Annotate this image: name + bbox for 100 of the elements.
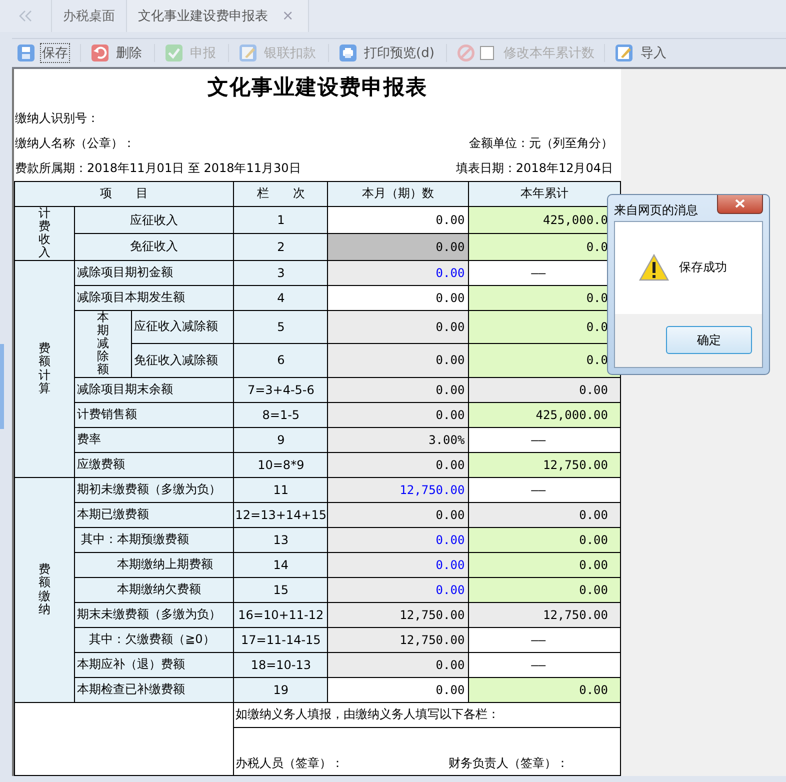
section-label: 计费收入 xyxy=(38,206,51,260)
amount-cell[interactable]: 12,750.00 xyxy=(328,602,468,628)
amount-cell[interactable]: 0.00 xyxy=(328,527,468,552)
line-number-cell: 1 xyxy=(234,206,328,234)
amount-cell[interactable]: 0.00 xyxy=(328,577,468,602)
section-label: 费额计算 xyxy=(38,342,51,395)
toolbar-button[interactable]: 导入 xyxy=(638,43,668,64)
column-header: 本月（期）数 xyxy=(328,181,468,206)
amount-cell[interactable]: 0.00 xyxy=(328,552,468,578)
amount-cell[interactable]: 0.00 xyxy=(328,452,468,478)
line-number-cell: 2 xyxy=(234,234,328,260)
item-label: 减除项目期初金额 xyxy=(77,265,174,280)
amount-cell[interactable]: —— xyxy=(468,427,620,452)
item-label: 期末未缴费额（多缴为负） xyxy=(77,607,222,622)
check-icon xyxy=(165,44,183,62)
line-number-cell: 13 xyxy=(234,527,328,552)
amount-cell[interactable]: 12,750.00 xyxy=(328,627,468,652)
close-icon[interactable] xyxy=(735,199,745,208)
item-label: 其中：本期预缴费额 xyxy=(80,532,189,546)
ok-button[interactable]: 确定 xyxy=(666,326,752,354)
item-label: 应征收入 xyxy=(130,212,178,227)
field-label: 缴纳人名称（公章）： xyxy=(15,134,135,152)
note-text: 如缴纳义务人填报，由缴纳义务人填写以下各栏： xyxy=(234,702,620,728)
item-label: 减除项目期末余额 xyxy=(77,382,174,396)
amount-cell[interactable]: 0.00 xyxy=(468,502,620,528)
amount-cell[interactable]: 0.00 xyxy=(468,577,620,602)
amount-cell[interactable]: 425,000.00 xyxy=(468,402,620,428)
warning-icon xyxy=(639,254,669,282)
item-label: 本期缴纳上期费额 xyxy=(116,557,213,572)
item-label: 本期应补（退）费额 xyxy=(77,657,186,672)
date-label: 填表日期：2018年12月04日 xyxy=(456,160,613,177)
amount-cell[interactable]: 0.00 xyxy=(328,502,468,528)
amount-cell[interactable]: 12,750.00 xyxy=(328,477,468,502)
line-number-cell: 8=1-5 xyxy=(234,402,328,428)
tab[interactable]: 文化事业建设费申报表 xyxy=(138,7,268,26)
item-label: 减除项目本期发生额 xyxy=(77,290,186,304)
amount-cell[interactable]: 0.00 xyxy=(468,677,620,702)
toolbar-button[interactable]: 打印预览(d) xyxy=(362,43,436,64)
period-label: 费款所属期：2018年11月01日 至 2018年11月30日 xyxy=(15,160,301,177)
dialog-message: 保存成功 xyxy=(679,259,727,276)
amount-cell[interactable]: —— xyxy=(468,652,620,678)
item-label: 应缴费额 xyxy=(77,457,126,472)
amount-cell[interactable]: 0.00 xyxy=(468,552,620,578)
prohibited-icon xyxy=(457,44,476,62)
line-number-cell: 9 xyxy=(234,427,328,452)
panel-handle[interactable] xyxy=(0,344,4,429)
subgroup-label: 本期减除额 xyxy=(97,310,110,377)
tab[interactable]: 办税桌面 xyxy=(63,7,115,26)
line-number-cell: 4 xyxy=(234,285,328,310)
pencil-icon xyxy=(239,44,257,62)
amount-cell[interactable]: 3.00% xyxy=(328,427,468,452)
amount-cell[interactable]: 0.00 xyxy=(328,677,468,702)
amount-cell[interactable]: 0.00 xyxy=(468,377,620,402)
amount-cell[interactable]: 0.00 xyxy=(328,260,468,286)
line-number-cell: 6 xyxy=(234,344,328,378)
amount-cell[interactable]: 0.00 xyxy=(328,234,468,260)
item-label: 本期已缴费额 xyxy=(77,507,150,522)
line-number-cell: 7=3+4-5-6 xyxy=(234,377,328,402)
line-number-cell: 14 xyxy=(234,552,328,578)
close-button[interactable] xyxy=(717,194,763,214)
item-label: 费率 xyxy=(77,432,102,446)
amount-cell[interactable]: 0.00 xyxy=(328,377,468,402)
field-label: 缴纳人识别号： xyxy=(15,110,99,127)
item-label: 计费销售额 xyxy=(77,407,138,422)
amount-cell[interactable]: —— xyxy=(468,477,620,502)
item-label: 本期检查已补缴费额 xyxy=(77,682,186,696)
section-label: 费额缴纳 xyxy=(38,563,51,616)
amount-cell[interactable]: —— xyxy=(468,627,620,652)
item-label: 免征收入减除额 xyxy=(134,352,218,367)
toolbar-button[interactable]: 保存 xyxy=(40,43,70,64)
item-label: 免征收入 xyxy=(130,239,178,254)
unit-label: 金额单位：元（列至角分） xyxy=(469,134,613,152)
printer-icon xyxy=(339,44,357,62)
amount-cell[interactable]: 0.00 xyxy=(328,652,468,678)
amount-cell[interactable]: 0.00 xyxy=(328,310,468,344)
item-label: 本期缴纳欠费额 xyxy=(116,582,201,596)
line-number-cell: 10=8*9 xyxy=(234,452,328,478)
amount-cell[interactable]: 12,750.00 xyxy=(468,452,620,478)
line-number-cell: 11 xyxy=(234,477,328,502)
line-number-cell: 18=10-13 xyxy=(234,652,328,678)
pencil-icon xyxy=(615,44,634,62)
toolbar-button[interactable]: 删除 xyxy=(114,43,144,64)
column-header: 栏 次 xyxy=(234,181,328,206)
amount-cell[interactable]: 12,750.00 xyxy=(468,602,620,628)
line-number-cell: 16=10+11-12 xyxy=(234,602,328,628)
signature-label: 财务负责人（签章）： xyxy=(448,754,568,772)
line-number-cell: 19 xyxy=(234,677,328,702)
item-label: 期初未缴费额（多缴为负） xyxy=(77,482,222,496)
line-number-cell: 17=11-14-15 xyxy=(234,627,328,652)
item-label: 应征收入减除额 xyxy=(134,319,218,334)
amount-cell[interactable]: 0.00 xyxy=(468,527,620,552)
line-number-cell: 3 xyxy=(234,260,328,286)
line-number-cell: 15 xyxy=(234,577,328,602)
amount-cell[interactable]: 0.00 xyxy=(328,285,468,310)
line-number-cell: 12=13+14+15 xyxy=(234,502,328,528)
column-header: 项 目 xyxy=(14,181,234,206)
amount-cell[interactable]: 0.00 xyxy=(328,206,468,234)
amount-cell[interactable]: 0.00 xyxy=(328,344,468,378)
signature-label: 办税人员（签章）： xyxy=(235,754,344,772)
amount-cell[interactable]: 0.00 xyxy=(328,402,468,428)
